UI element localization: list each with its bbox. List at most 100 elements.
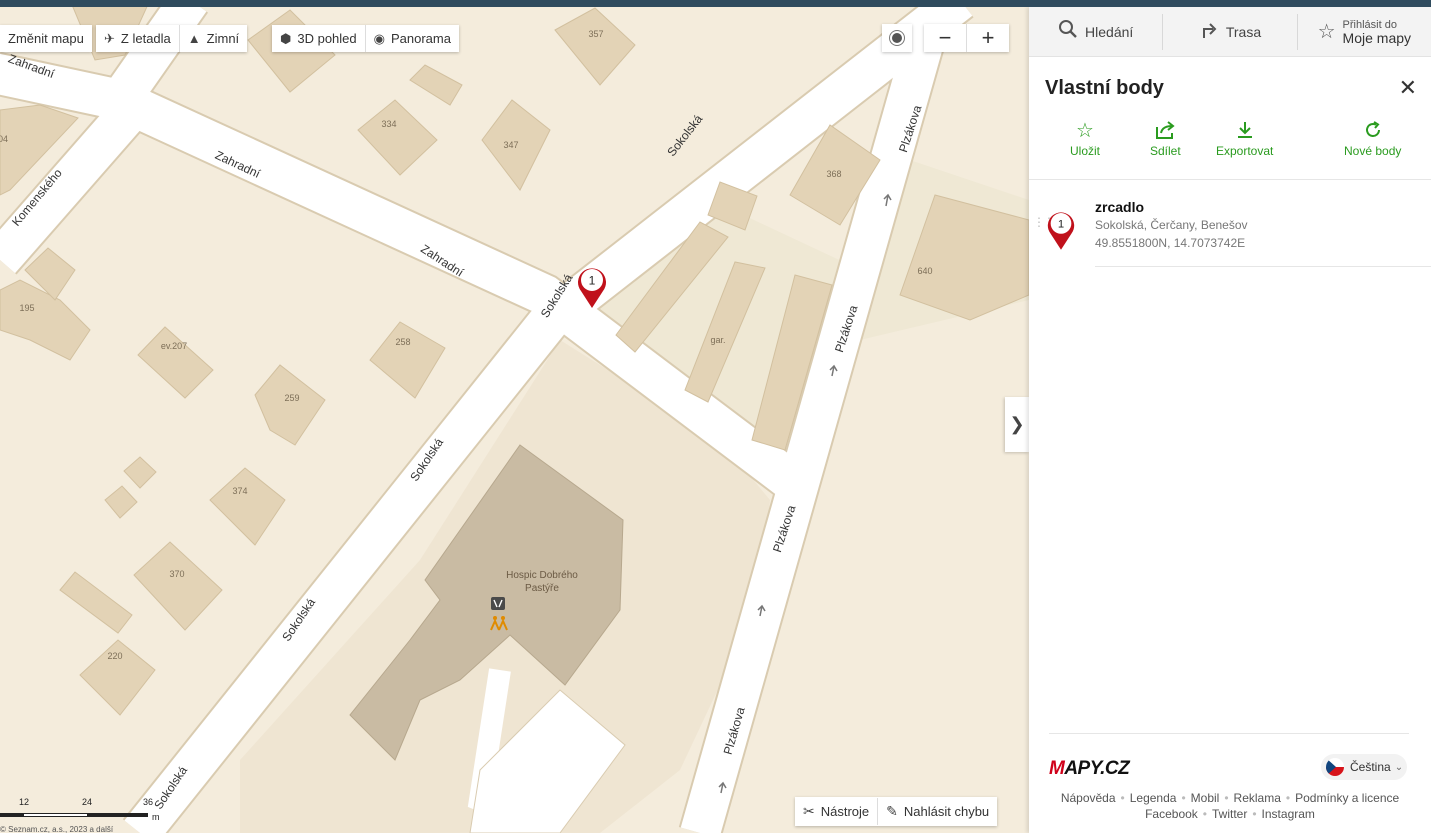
map-type-group: Změnit mapu: [0, 25, 92, 52]
footer-link-legend[interactable]: Legenda: [1130, 791, 1177, 805]
report-error-button[interactable]: ✎ Nahlásit chybu: [877, 798, 997, 825]
close-icon[interactable]: ✕: [1399, 75, 1417, 101]
route-nav-label: Trasa: [1225, 23, 1262, 40]
map-scale: 12 24 36 m © Seznam.cz, a.s., 2023 a dal…: [0, 794, 160, 833]
3d-view-label: 3D pohled: [297, 31, 357, 46]
map-canvas[interactable]: Zahradní Zahradní Zahradní Komenského So…: [0, 0, 1029, 833]
export-button[interactable]: Exportovat: [1216, 120, 1273, 158]
point-address: Sokolská, Čerčany, Benešov: [1095, 218, 1248, 232]
footer-link-mobile[interactable]: Mobil: [1191, 791, 1220, 805]
share-button[interactable]: Sdílet: [1150, 120, 1181, 158]
panel-title: Vlastní body: [1045, 77, 1164, 99]
building-number: 220: [107, 651, 122, 661]
building-number: 04: [0, 134, 8, 144]
map-copyright[interactable]: © Seznam.cz, a.s., 2023 a další: [0, 825, 113, 833]
footer-link-help[interactable]: Nápověda: [1061, 791, 1116, 805]
point-coordinates: 49.8551800N, 14.7073742E: [1095, 236, 1246, 250]
logo-rest: APY.CZ: [1064, 758, 1130, 779]
zoom-controls: − +: [924, 24, 1009, 52]
panorama-button[interactable]: ◉ Panorama: [364, 25, 459, 52]
poi-name-line2: Pastýře: [525, 583, 559, 594]
czech-flag-icon: [1326, 758, 1344, 776]
building-number: 347: [503, 140, 518, 150]
point-name: zrcadlo: [1095, 199, 1145, 215]
tools-button[interactable]: ✂ Nástroje: [795, 798, 877, 825]
pencil-icon: ✎: [886, 803, 898, 819]
scale-segment: [0, 813, 24, 817]
point-pin-number: 1: [1058, 219, 1064, 231]
panel-nav: Hledání Trasa ☆ Přihlásit do Moje mapy: [1029, 7, 1431, 57]
footer-link-facebook[interactable]: Facebook: [1145, 807, 1198, 821]
route-arrow-icon: [1199, 19, 1219, 45]
login-big-label: Moje mapy: [1342, 29, 1412, 46]
scale-segment: [24, 813, 87, 817]
side-panel: Hledání Trasa ☆ Přihlásit do Moje mapy V…: [1029, 7, 1431, 833]
language-select[interactable]: Čeština ⌄: [1321, 754, 1407, 780]
my-maps-login-button[interactable]: ☆ Přihlásit do Moje mapy: [1296, 13, 1431, 50]
share-icon: [1154, 120, 1176, 144]
building-number: 374: [232, 486, 247, 496]
airplane-icon: ✈: [104, 30, 115, 46]
mountain-icon: ▲: [187, 31, 201, 46]
map-view-group: ⬢ 3D pohled ◉ Panorama: [272, 25, 459, 52]
share-label: Sdílet: [1150, 144, 1181, 158]
marker-number: 1: [589, 274, 596, 288]
building-number: 357: [588, 29, 603, 39]
divider: [1095, 266, 1431, 267]
search-icon: [1058, 19, 1078, 45]
footer-links-row1: Nápověda • Legenda • Mobil • Reklama • Podmínky …: [1060, 791, 1400, 805]
building-number: 259: [284, 393, 299, 403]
point-list-item[interactable]: ⋮⋮ 1 zrcadlo Sokolská, Čerčany, Benešov …: [1029, 197, 1431, 267]
logo-m: M: [1049, 758, 1065, 779]
tools-icon: ✂: [803, 803, 815, 819]
save-label: Uložit: [1070, 144, 1101, 158]
map-svg: Zahradní Zahradní Zahradní Komenského So…: [0, 0, 1029, 833]
building-number: gar.: [710, 335, 725, 345]
footer-links-row2: Facebook • Twitter • Instagram: [1145, 807, 1315, 821]
aerial-button[interactable]: ✈ Z letadla: [96, 25, 179, 52]
building-number: 195: [19, 303, 34, 313]
change-map-button[interactable]: Změnit mapu: [0, 25, 92, 52]
zoom-out-button[interactable]: −: [924, 24, 966, 52]
eye-icon: ◉: [373, 30, 385, 46]
scale-label: 24: [82, 797, 93, 807]
building-number: 640: [917, 266, 932, 276]
route-nav-button[interactable]: Trasa: [1162, 13, 1296, 50]
footer-link-instagram[interactable]: Instagram: [1262, 807, 1315, 821]
search-nav-label: Hledání: [1085, 23, 1134, 40]
scale-label: 36: [143, 797, 154, 807]
locate-button[interactable]: [882, 24, 912, 52]
chevron-down-icon: ⌄: [1394, 761, 1404, 773]
point-pin-icon: 1: [1045, 209, 1077, 256]
scale-label: 12: [19, 797, 30, 807]
star-icon: ☆: [1076, 120, 1094, 142]
scale-unit: m: [152, 812, 160, 822]
star-outline-icon: ☆: [1317, 21, 1336, 43]
new-points-button[interactable]: Nové body: [1344, 120, 1401, 158]
footer-link-ads[interactable]: Reklama: [1234, 791, 1281, 805]
hospital-icon[interactable]: [491, 597, 505, 610]
winter-label: Zimní: [206, 31, 240, 46]
cube-icon: ⬢: [280, 30, 292, 46]
panorama-label: Panorama: [390, 31, 451, 46]
divider: [1049, 733, 1409, 734]
footer-link-twitter[interactable]: Twitter: [1212, 807, 1247, 821]
map-layers-group: ✈ Z letadla ▲ Zimní: [96, 25, 248, 52]
building-number: 370: [169, 569, 184, 579]
search-nav-button[interactable]: Hledání: [1029, 14, 1162, 50]
download-icon: [1235, 120, 1255, 144]
mapy-cz-logo[interactable]: MAPY.CZ: [1049, 758, 1130, 780]
locate-icon: [892, 33, 902, 43]
zoom-in-button[interactable]: +: [966, 24, 1009, 52]
winter-button[interactable]: ▲ Zimní: [178, 25, 247, 52]
building-number: 368: [826, 169, 841, 179]
save-button[interactable]: ☆ Uložit: [1070, 120, 1100, 158]
divider: [1029, 179, 1431, 180]
panel-toggle-button[interactable]: ❯: [1005, 397, 1029, 452]
3d-view-button[interactable]: ⬢ 3D pohled: [272, 25, 365, 52]
tools-label: Nástroje: [820, 804, 870, 819]
footer-link-terms[interactable]: Podmínky a licence: [1295, 791, 1399, 805]
export-label: Exportovat: [1216, 144, 1274, 158]
bottom-tools: ✂ Nástroje ✎ Nahlásit chybu: [795, 797, 998, 826]
refresh-icon: [1363, 120, 1383, 144]
